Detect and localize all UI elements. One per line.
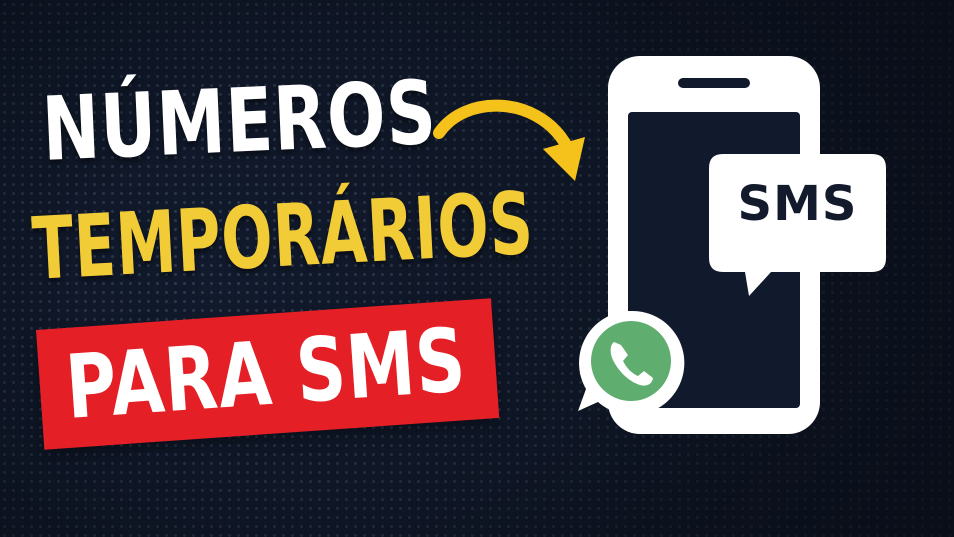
curved-arrow-icon [433, 99, 585, 181]
red-banner: PARA SMS [36, 298, 500, 450]
headline-line-3: PARA SMS [62, 308, 470, 439]
whatsapp-icon [578, 310, 685, 415]
sms-bubble-label: SMS [737, 176, 858, 232]
headline-line-1: NÚMEROS [40, 60, 439, 181]
thumbnail: NÚMEROS TEMPORÁRIOS PARA SMS SMS [0, 0, 954, 537]
